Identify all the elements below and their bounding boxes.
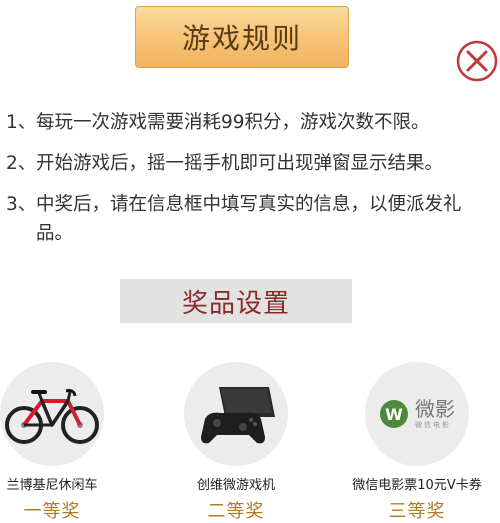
- close-icon: [456, 40, 498, 82]
- rules-title: 游戏规则: [135, 6, 349, 68]
- logo-text: 微影: [415, 397, 455, 421]
- prize-name: 微信电影票10元V卡券: [352, 478, 482, 493]
- prize-level: 一等奖: [23, 501, 81, 522]
- rules-list: 1、 每玩一次游戏需要消耗99积分，游戏次数不限。 2、 开始游戏后，摇一摇手机…: [6, 108, 494, 260]
- close-button[interactable]: [456, 40, 498, 82]
- bicycle-icon: [5, 389, 99, 444]
- rule-number: 1、: [6, 112, 37, 133]
- prize-name: 创维微游戏机: [196, 478, 275, 493]
- prize-level: 三等奖: [388, 501, 446, 522]
- rule-item: 3、 中奖后，请在信息框中填写真实的信息，以便派发礼品。: [6, 190, 494, 248]
- rule-item: 1、 每玩一次游戏需要消耗99积分，游戏次数不限。: [6, 108, 494, 137]
- weiying-logo-icon: W 微影 微信电影: [379, 398, 455, 430]
- rule-text: 中奖后，请在信息框中填写真实的信息，以便派发礼品。: [36, 194, 462, 244]
- prize-card-first: 兰博基尼休闲车 一等奖: [0, 362, 122, 523]
- prize-section-title: 奖品设置: [120, 279, 352, 323]
- prize-image: [184, 362, 288, 466]
- logo-subtext: 微信电影: [415, 421, 451, 429]
- rule-text: 每玩一次游戏需要消耗99积分，游戏次数不限。: [36, 112, 430, 133]
- weiying-mark-icon: W: [380, 400, 408, 428]
- rule-item: 2、 开始游戏后，摇一摇手机即可出现弹窗显示结果。: [6, 149, 494, 178]
- prize-level: 二等奖: [207, 501, 265, 522]
- svg-text:W: W: [385, 405, 403, 424]
- prize-card-third: W 微影 微信电影 微信电影票10元V卡券 三等奖: [347, 362, 487, 523]
- prize-name: 兰博基尼休闲车: [6, 478, 98, 493]
- prize-card-second: 创维微游戏机 二等奖: [166, 362, 306, 523]
- rule-text: 开始游戏后，摇一摇手机即可出现弹窗显示结果。: [36, 153, 444, 174]
- prize-image: W 微影 微信电影: [365, 362, 469, 466]
- game-console-icon: [201, 387, 275, 444]
- rule-number: 2、: [6, 153, 37, 174]
- rule-number: 3、: [6, 194, 37, 215]
- prize-image: [0, 362, 104, 466]
